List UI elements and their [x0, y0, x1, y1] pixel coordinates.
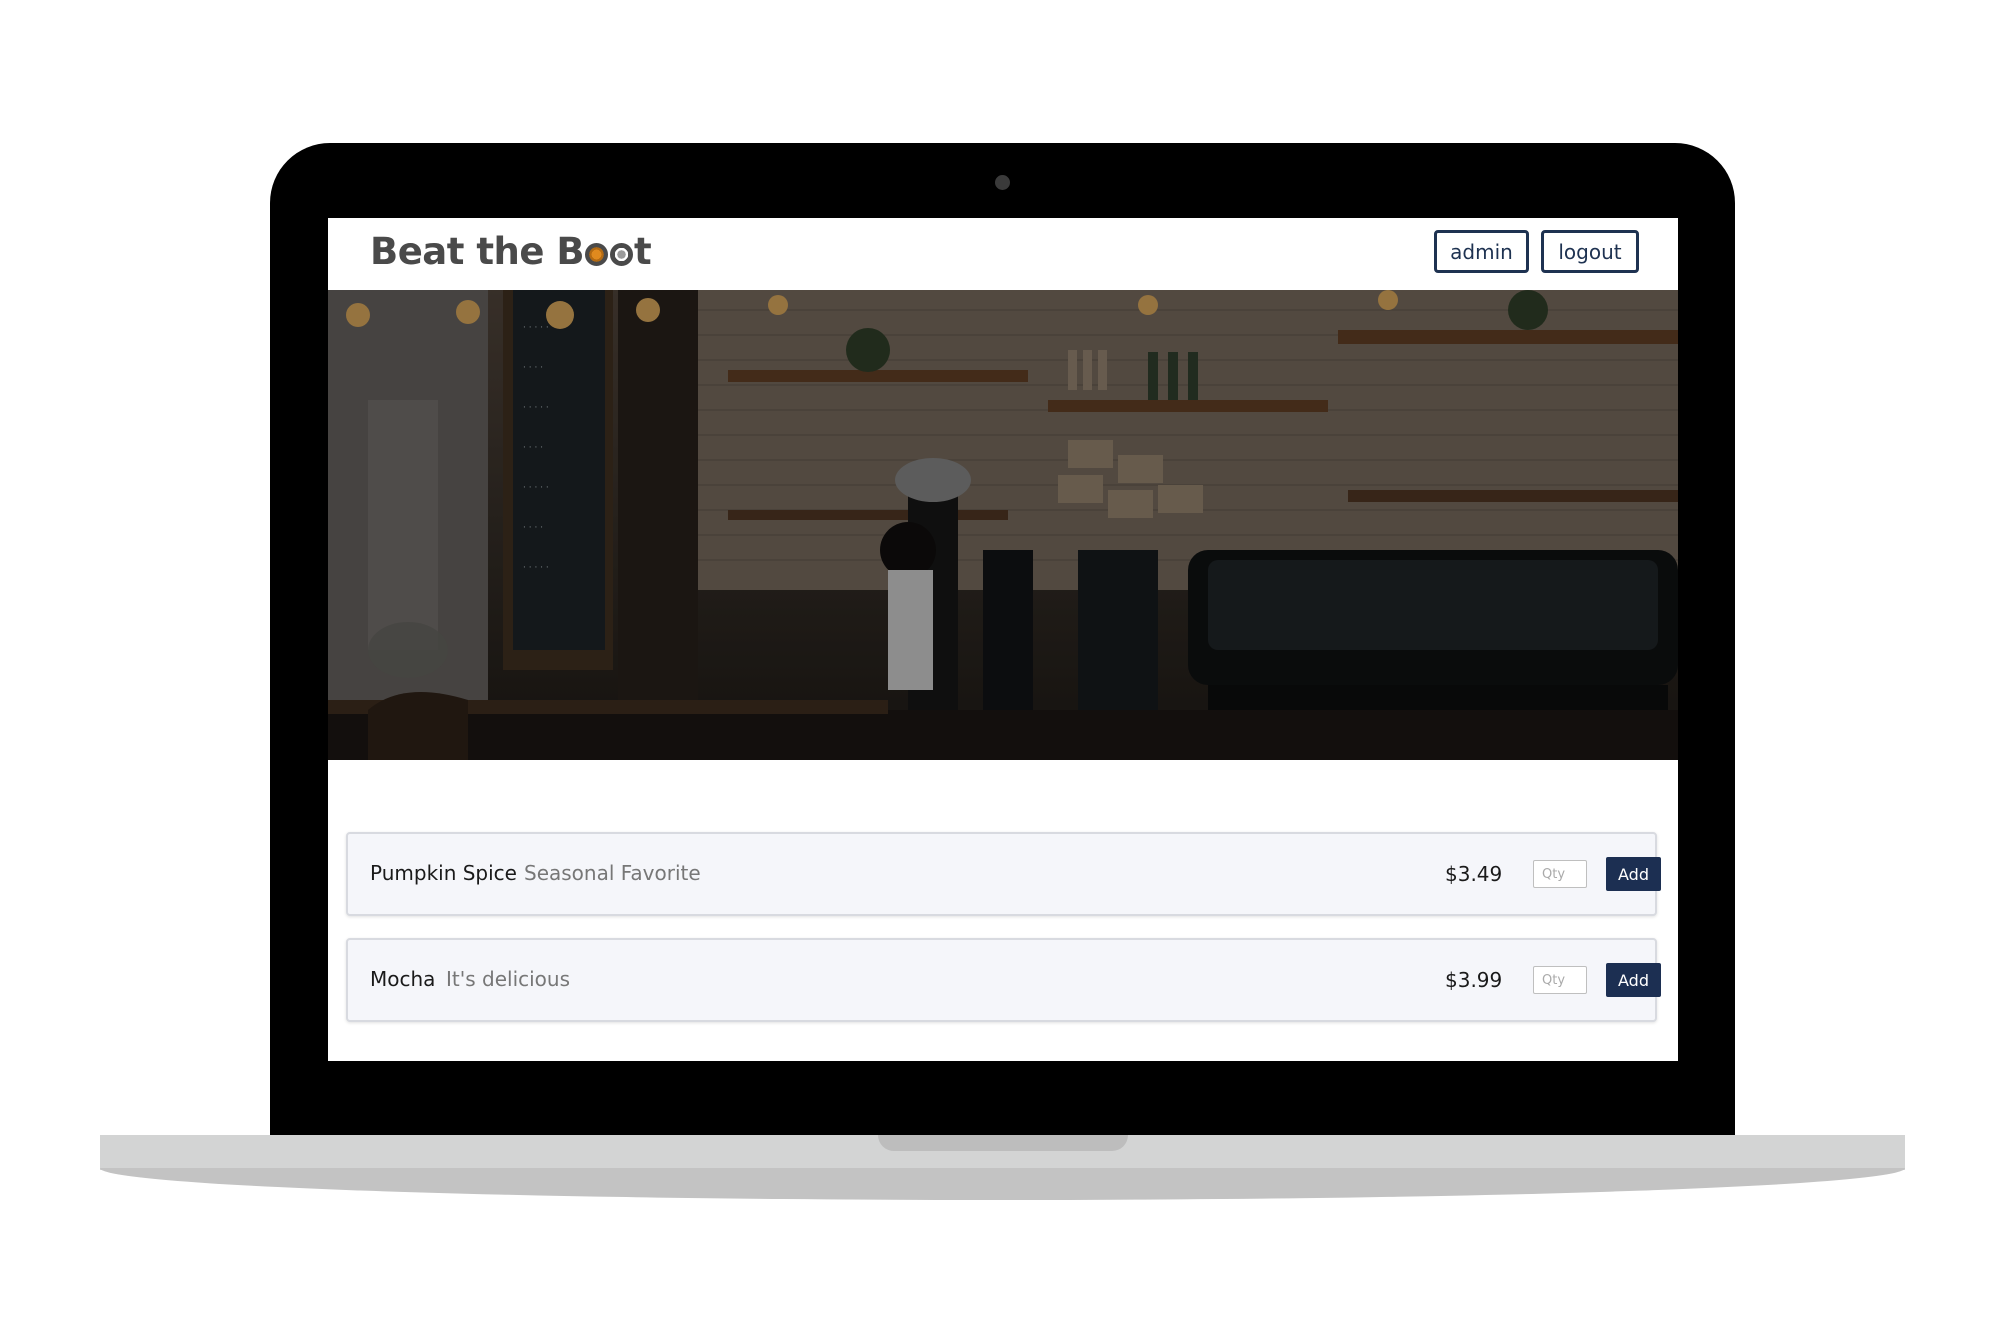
- laptop-base-shadow: [100, 1168, 1905, 1200]
- add-to-cart-button[interactable]: Add: [1606, 857, 1661, 891]
- item-price: $3.99: [1445, 968, 1503, 992]
- menu-item: Pumpkin Spice Seasonal Favorite $3.49 Ad…: [346, 832, 1661, 916]
- add-to-cart-button[interactable]: Add: [1606, 963, 1661, 997]
- item-description: Seasonal Favorite: [524, 861, 701, 885]
- item-name: Mocha: [370, 967, 436, 991]
- brand-text-prefix: Beat the B: [370, 230, 585, 273]
- item-price: $3.49: [1445, 862, 1503, 886]
- coffee-bean-icon: [585, 243, 609, 266]
- logout-button[interactable]: logout: [1541, 230, 1639, 273]
- item-description: It's delicious: [446, 967, 571, 991]
- menu-item: Mocha It's delicious $3.99 Add: [346, 938, 1661, 1022]
- brand-text-suffix: t: [634, 230, 652, 273]
- browser-screen: Beat the B t admin logout · · · · · · · …: [328, 218, 1678, 1061]
- laptop-notch: [878, 1135, 1128, 1151]
- admin-button[interactable]: admin: [1434, 230, 1529, 273]
- menu-list: Pumpkin Spice Seasonal Favorite $3.49 Ad…: [346, 832, 1661, 1044]
- hero-image: · · · · · · · · · · · · · · · · · · · · …: [328, 290, 1678, 760]
- camera-icon: [995, 175, 1010, 190]
- navbar: Beat the B t admin logout: [328, 218, 1678, 290]
- stage: Beat the B t admin logout · · · · · · · …: [0, 0, 2000, 1334]
- coffee-shop-illustration: · · · · · · · · · · · · · · · · · · · · …: [328, 290, 1678, 760]
- item-name: Pumpkin Spice: [370, 861, 517, 885]
- quantity-input[interactable]: [1533, 966, 1587, 994]
- brand-logo[interactable]: Beat the B t: [370, 230, 652, 273]
- quantity-input[interactable]: [1533, 860, 1587, 888]
- gear-icon: [610, 243, 634, 266]
